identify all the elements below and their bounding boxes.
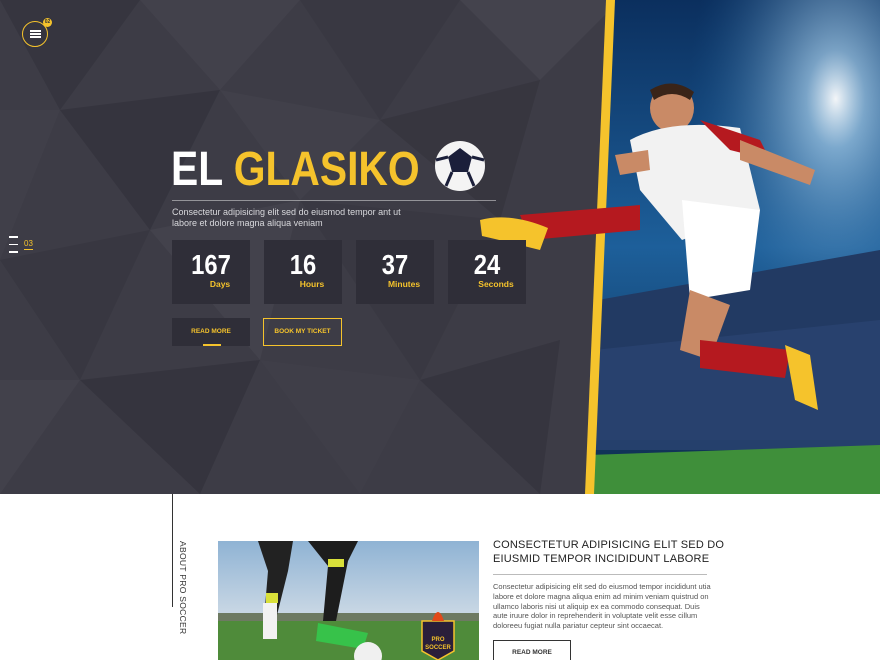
hero-title: EL GLASIKO xyxy=(171,142,420,197)
countdown-label: Days xyxy=(209,279,231,289)
svg-text:PRO: PRO xyxy=(431,637,444,643)
countdown: 167 Days 16 Hours 37 Minutes 24 Seconds xyxy=(172,240,526,304)
hero-title-accent: GLASIKO xyxy=(233,143,420,196)
book-ticket-button[interactable]: BOOK MY TICKET xyxy=(263,318,342,346)
countdown-label: Hours xyxy=(299,279,325,289)
countdown-days: 167 Days xyxy=(172,240,250,304)
read-more-button[interactable]: READ MORE xyxy=(172,318,250,346)
soccer-ball xyxy=(435,141,485,191)
countdown-value: 16 xyxy=(289,249,317,280)
countdown-label: Minutes xyxy=(387,279,421,289)
countdown-minutes: 37 Minutes xyxy=(356,240,434,304)
hero-section: 02 03 EL GLASIKO Consectetur adipisicing… xyxy=(0,0,880,494)
about-image: PRO SOCCER xyxy=(218,541,479,660)
countdown-value: 37 xyxy=(381,249,409,280)
about-read-more-button[interactable]: READ MORE xyxy=(493,640,571,660)
svg-text:SOCCER: SOCCER xyxy=(425,645,451,651)
hero-description: Consectetur adipisicing elit sed do eius… xyxy=(172,207,401,228)
countdown-value: 24 xyxy=(473,249,501,280)
hamburger-icon xyxy=(29,30,41,38)
about-rule xyxy=(493,574,707,575)
menu-button[interactable]: 02 xyxy=(22,18,52,47)
about-heading: CONSECTETUR ADIPISICING ELIT SED DO EIUS… xyxy=(493,539,725,565)
countdown-seconds: 24 Seconds xyxy=(448,240,526,304)
countdown-value: 167 xyxy=(191,249,231,280)
about-side-label: ABOUT PRO SOCCER xyxy=(178,541,188,635)
title-divider xyxy=(172,200,496,201)
slide-number: 03 xyxy=(24,239,33,250)
about-body: Consectetur adipisicing elit sed do eius… xyxy=(493,582,711,631)
slide-nav-icon[interactable] xyxy=(9,236,18,259)
countdown-label: Seconds xyxy=(478,279,514,289)
soccer-feet-photo: PRO SOCCER xyxy=(218,541,479,660)
hero-title-main: EL xyxy=(171,143,223,196)
countdown-hours: 16 Hours xyxy=(264,240,342,304)
about-divider xyxy=(172,494,173,607)
menu-badge: 02 xyxy=(43,18,52,27)
